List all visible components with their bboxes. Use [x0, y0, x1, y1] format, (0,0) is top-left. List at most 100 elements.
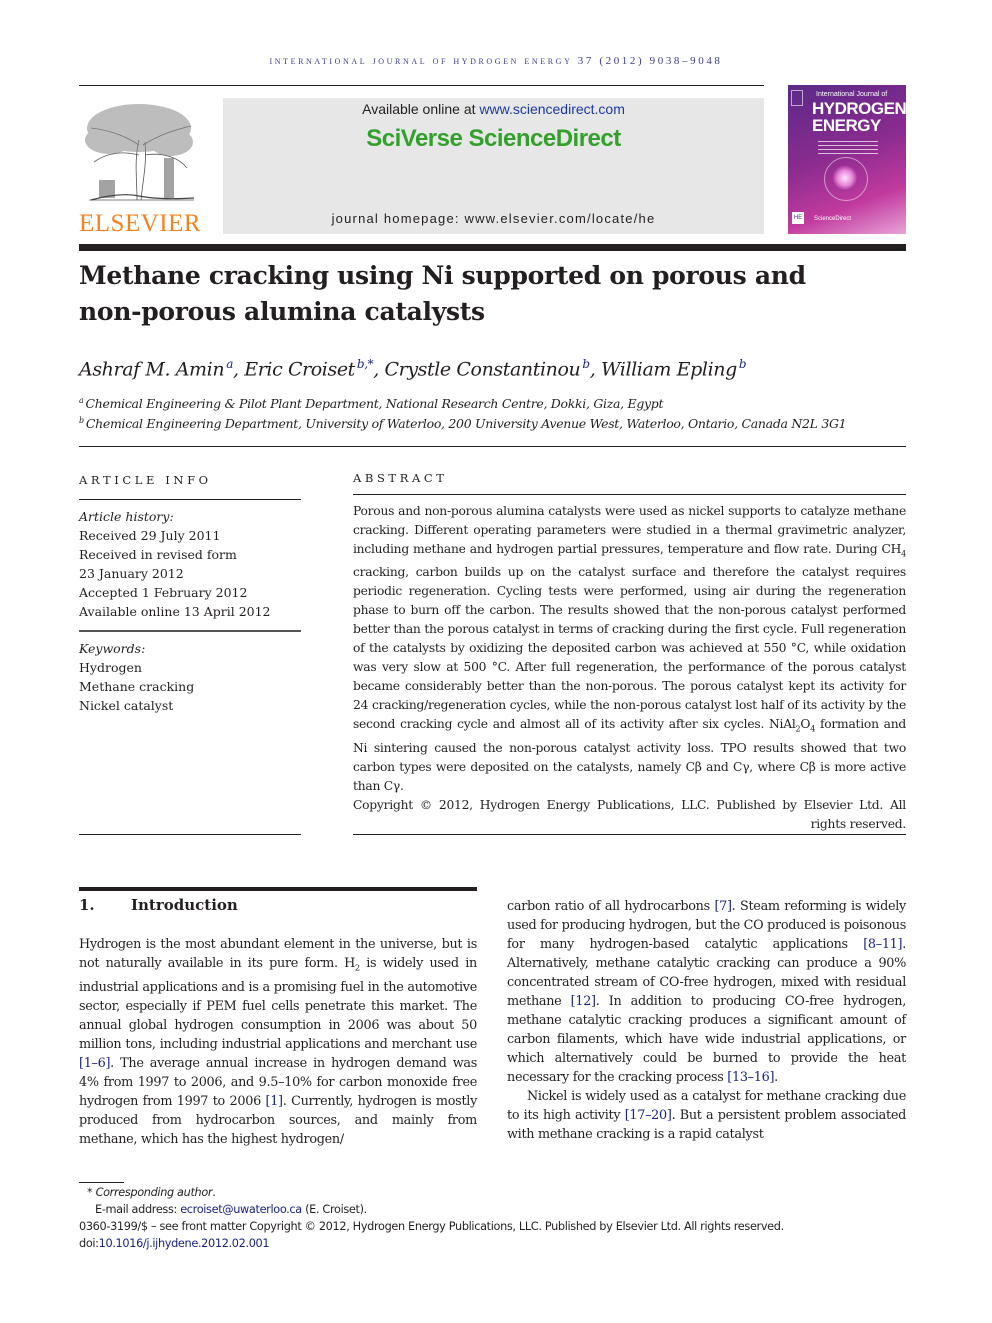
elsevier-wordmark: ELSEVIER [79, 210, 202, 237]
body-text: carbon ratio of all hydrocarbons [507, 899, 715, 914]
history-item: Received in revised form [79, 547, 237, 562]
footnote-rule [79, 1182, 124, 1183]
homepage-link[interactable]: www.elsevier.com/locate/he [465, 211, 656, 226]
affiliation-b: b Chemical Engineering Department, Univer… [79, 416, 899, 431]
history-item: Available online 13 April 2012 [79, 604, 271, 619]
abstract-heading: ABSTRACT [353, 471, 448, 485]
article-info-heading: ARTICLE INFO [79, 473, 212, 487]
cover-title-line-1: HYDROGEN [812, 99, 906, 118]
article-info-panel: ARTICLE INFO Article history: Received 2… [79, 471, 301, 715]
citation-link[interactable]: [7] [714, 899, 732, 914]
elsevier-logo[interactable]: ELSEVIER [79, 100, 204, 238]
author-name[interactable]: William Epling [601, 358, 737, 380]
cover-orb-icon [832, 165, 858, 191]
doi-line: doi:10.1016/j.ijhydene.2012.02.001 [79, 1235, 909, 1252]
abstract-bottom-rule [353, 834, 906, 835]
sciverse-sciencedirect-brand[interactable]: SciVerse ScienceDirect [223, 125, 764, 153]
corresponding-author-note: * Corresponding author. [79, 1184, 909, 1201]
author-name[interactable]: Ashraf M. Amin [79, 358, 225, 380]
cover-journal-name: HYDROGEN ENERGY [812, 100, 906, 134]
cover-elsevier-mark-icon [791, 90, 803, 106]
citation-link[interactable]: [1–6] [79, 1056, 110, 1071]
body-paragraph: Nickel is widely used as a catalyst for … [507, 1087, 906, 1144]
cover-editor-lines [818, 141, 878, 157]
email-label: E-mail address: [95, 1203, 181, 1216]
front-matter-note: 0360-3199/$ – see front matter Copyright… [79, 1220, 784, 1233]
history-item: Accepted 1 February 2012 [79, 585, 248, 600]
citation-link[interactable]: [17–20] [625, 1108, 672, 1123]
header-rule [79, 85, 764, 86]
history-item: 23 January 2012 [79, 566, 184, 581]
keyword-item[interactable]: Hydrogen [79, 658, 301, 677]
journal-cover-image[interactable]: International Journal of HYDROGEN ENERGY… [788, 85, 906, 234]
article-title: Methane cracking using Ni supported on p… [79, 258, 859, 330]
footnote-punct: . [212, 1186, 216, 1199]
affiliation-text: Chemical Engineering & Pilot Plant Depar… [85, 396, 664, 412]
section-number: 1. [79, 896, 95, 914]
section-rule [79, 887, 477, 891]
body-column-right: carbon ratio of all hydrocarbons [7]. St… [507, 897, 906, 1144]
doi-label: doi: [79, 1237, 99, 1250]
email-link[interactable]: ecroiset@uwaterloo.ca [180, 1203, 302, 1216]
keyword-item[interactable]: Methane cracking [79, 677, 301, 696]
affiliation-a: a Chemical Engineering & Pilot Plant Depa… [79, 396, 899, 411]
citation-link[interactable]: [1] [266, 1094, 284, 1109]
cover-he-badge-icon: HE [792, 212, 804, 224]
keywords-label: Keywords: [79, 641, 146, 656]
footnotes: * Corresponding author. E-mail address: … [79, 1184, 909, 1252]
abstract-panel: ABSTRACT Porous and non-porous alumina c… [353, 471, 906, 834]
abstract-text-part: Porous and non-porous alumina catalysts … [353, 504, 906, 556]
body-text: . [774, 1070, 778, 1085]
author-affiliation-marker[interactable]: b [582, 357, 590, 371]
keyword-item[interactable]: Nickel catalyst [79, 696, 301, 715]
abstract-copyright: Copyright © 2012, Hydrogen Energy Public… [353, 797, 906, 831]
email-note: E-mail address: ecroiset@uwaterloo.ca (E… [79, 1201, 909, 1218]
cover-journal-prefix: International Journal of [816, 91, 888, 98]
author-list: Ashraf M. Amin a, Eric Croiset b,*, Crystl… [79, 357, 747, 381]
section-title: Introduction [131, 896, 238, 914]
affiliation-text: Chemical Engineering Department, Univers… [85, 416, 847, 432]
affiliation-rule [79, 446, 906, 447]
abstract-body: Porous and non-porous alumina catalysts … [353, 502, 906, 796]
citation-link[interactable]: [12] [571, 994, 596, 1009]
running-header: INTERNATIONAL JOURNAL OF HYDROGEN ENERGY… [269, 55, 723, 67]
affiliation-marker: b [79, 416, 84, 425]
citation-link[interactable]: [8–11] [863, 937, 902, 952]
tree-icon [85, 104, 195, 201]
citation-link[interactable]: [13–16] [727, 1070, 774, 1085]
corresponding-author-label: Corresponding author [95, 1186, 213, 1199]
article-info-rule [79, 499, 301, 500]
keywords-rule [79, 630, 301, 632]
abstract-text-part: cracking, carbon builds up on the cataly… [353, 565, 906, 732]
section-heading-introduction: 1. Introduction [79, 896, 238, 914]
footnote-marker: * [87, 1186, 93, 1199]
abstract-rule [353, 494, 906, 495]
author-name[interactable]: Eric Croiset [244, 358, 355, 380]
author-affiliation-marker[interactable]: a [226, 357, 233, 371]
available-online-label: Available online at [362, 101, 480, 117]
chem-formula: NiAl [769, 717, 796, 732]
doi-link[interactable]: 10.1016/j.ijhydene.2012.02.001 [99, 1237, 270, 1250]
author-affiliation-marker[interactable]: b [739, 357, 747, 371]
body-column-left: Hydrogen is the most abundant element in… [79, 935, 477, 1149]
available-online-line: Available online at www.sciencedirect.co… [223, 101, 764, 117]
chem-formula: CH [881, 542, 902, 556]
homepage-label: journal homepage: [331, 211, 465, 226]
sciencedirect-banner: Available online at www.sciencedirect.co… [223, 98, 764, 234]
article-history-label: Article history: [79, 509, 174, 524]
cover-title-line-2: ENERGY [812, 116, 881, 135]
article-info-bottom-rule [79, 834, 301, 835]
author-affiliation-marker[interactable]: b,* [357, 357, 374, 371]
body-paragraph: carbon ratio of all hydrocarbons [7]. St… [507, 897, 906, 1087]
masthead-thick-rule [79, 244, 906, 251]
title-line-2: non-porous alumina catalysts [79, 297, 485, 326]
title-line-1: Methane cracking using Ni supported on p… [79, 261, 806, 290]
chem-formula: O [800, 717, 811, 732]
author-name[interactable]: Crystle Constantinou [385, 358, 581, 380]
journal-homepage-line: journal homepage: www.elsevier.com/locat… [223, 211, 764, 226]
chem-subscript: 4 [901, 549, 906, 559]
cover-sciencedirect-label: ScienceDirect [814, 216, 852, 222]
history-item: Received 29 July 2011 [79, 528, 221, 543]
affiliation-marker: a [79, 396, 84, 405]
sciencedirect-link[interactable]: www.sciencedirect.com [479, 101, 625, 117]
